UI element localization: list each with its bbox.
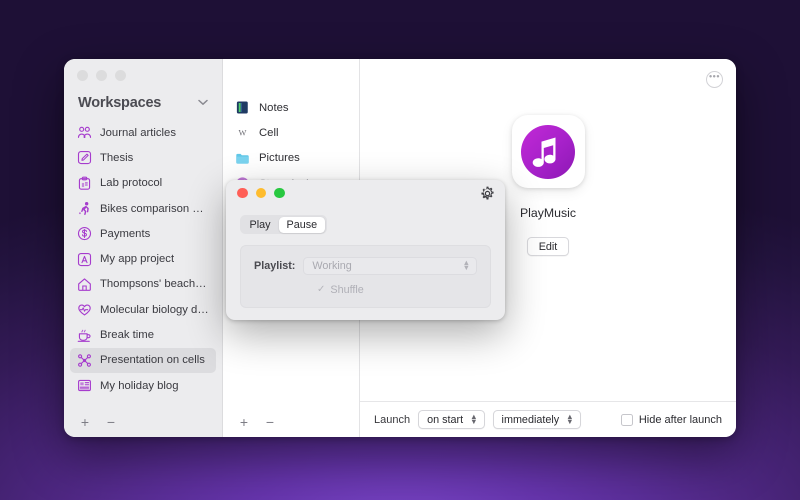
sidebar-footer: + −: [64, 407, 222, 437]
clipboard-icon: [78, 176, 91, 190]
book-icon: [236, 101, 248, 114]
sidebar-item-journal-articles[interactable]: Journal articles: [70, 120, 216, 145]
sidebar-item-presentation-on-cells[interactable]: Presentation on cells: [70, 347, 216, 373]
shuffle-label: Shuffle: [330, 284, 364, 296]
playlist-select[interactable]: Working ▲ ▼: [303, 257, 477, 275]
coffee-icon: [77, 329, 91, 342]
sidebar-item-bikes-comparison-vid[interactable]: Bikes comparison vid...: [70, 196, 216, 221]
svg-text:W: W: [239, 128, 247, 138]
sidebar-item-label: Thesis: [100, 151, 134, 164]
ellipsis-icon[interactable]: •••: [706, 71, 723, 88]
hide-after-launch-row[interactable]: Hide after launch: [620, 413, 722, 426]
launch-when-value: on start: [427, 413, 464, 426]
sidebar: Workspaces Journal articles Thesis Lab pro…: [64, 59, 223, 437]
sidebar-item-payments[interactable]: Payments: [70, 221, 216, 246]
heart-pulse-icon: [78, 304, 91, 316]
shuffle-row[interactable]: ✓ Shuffle: [254, 284, 477, 296]
launch-delay-value: immediately: [501, 413, 560, 426]
folder-icon: [236, 153, 249, 164]
hide-after-launch-label: Hide after launch: [638, 413, 722, 426]
ellipsis-glyph: •••: [709, 71, 720, 82]
word-w-icon: W: [239, 128, 247, 138]
launch-delay-select[interactable]: immediately ▲ ▼: [492, 410, 581, 429]
launch-label: Launch: [374, 413, 411, 426]
list-item-pictures[interactable]: Pictures: [223, 146, 359, 171]
running-icon: [78, 202, 89, 216]
music-note-icon: [521, 124, 575, 179]
sidebar-item-label: Journal articles: [100, 126, 176, 139]
workspaces-header[interactable]: Workspaces: [64, 89, 222, 120]
chevron-down-icon[interactable]: [198, 99, 210, 108]
remove-workspace-button[interactable]: −: [100, 412, 122, 432]
pencil-square-icon: [77, 151, 92, 165]
pause-segment-button[interactable]: Pause: [278, 216, 326, 233]
gear-icon[interactable]: [480, 186, 495, 201]
molecule-icon: [78, 354, 91, 367]
play-pause-segmented-control[interactable]: Play Pause: [240, 215, 327, 234]
list-item-notes[interactable]: Notes: [223, 95, 359, 120]
sidebar-item-label: Molecular biology dis...: [100, 303, 209, 316]
modal-titlebar: [226, 180, 505, 206]
playlist-label: Playlist:: [254, 260, 296, 272]
app-icon-tile[interactable]: [511, 115, 585, 188]
chevron-updown-icon: ▲ ▼: [566, 411, 574, 426]
list-item-label: Cell: [259, 126, 279, 139]
add-workspace-button[interactable]: +: [74, 412, 96, 432]
add-item-button[interactable]: +: [233, 412, 255, 432]
edit-button[interactable]: Edit: [526, 237, 570, 256]
sidebar-item-label: Payments: [100, 227, 151, 240]
list-item-cell[interactable]: W Cell: [223, 120, 359, 145]
launch-bar: Launch on start ▲ ▼ immediately ▲ ▼ Hide a…: [360, 401, 736, 437]
newspaper-icon: [78, 379, 91, 392]
maximize-button[interactable]: [115, 70, 126, 81]
workspaces-list: Journal articles Thesis Lab protocol Bikes …: [64, 120, 222, 407]
playmusic-settings-modal: Play Pause Playlist: Working ▲ ▼ ✓ Shuffle: [226, 180, 505, 320]
launch-when-select[interactable]: on start ▲ ▼: [418, 410, 485, 429]
remove-item-button[interactable]: −: [259, 412, 281, 432]
desktop-background: Workspaces Journal articles Thesis Lab pro…: [0, 0, 800, 500]
playlist-row: Playlist: Working ▲ ▼: [254, 257, 477, 275]
sidebar-item-thompsons-beach-h[interactable]: Thompsons' beach h...: [70, 272, 216, 297]
chevron-updown-icon: ▲ ▼: [462, 258, 470, 272]
sidebar-item-label: Thompsons' beach h...: [100, 278, 209, 291]
list-item-label: Pictures: [259, 152, 300, 165]
page-title: Workspaces: [78, 95, 162, 111]
house-icon: [78, 278, 91, 291]
playlist-value: Working: [312, 260, 352, 272]
sidebar-item-thesis[interactable]: Thesis: [70, 145, 216, 170]
app-name: PlayMusic: [519, 206, 577, 220]
sidebar-item-break-time[interactable]: Break time: [70, 322, 216, 347]
close-button[interactable]: [77, 70, 88, 81]
people-icon: [77, 126, 92, 139]
play-segment-button[interactable]: Play: [242, 217, 279, 233]
sidebar-item-label: My holiday blog: [100, 379, 179, 392]
sidebar-item-label: Lab protocol: [100, 177, 163, 190]
hide-after-launch-checkbox[interactable]: [620, 413, 633, 426]
modal-minimize-button[interactable]: [255, 187, 266, 199]
shuffle-checkbox[interactable]: ✓: [317, 285, 325, 295]
minimize-button[interactable]: [96, 70, 107, 81]
playlist-settings-box: Playlist: Working ▲ ▼ ✓ Shuffle: [240, 245, 491, 308]
modal-maximize-button[interactable]: [274, 187, 285, 199]
sidebar-item-my-app-project[interactable]: My app project: [70, 246, 216, 271]
sidebar-item-label: My app project: [100, 253, 175, 266]
sidebar-item-molecular-biology-dis[interactable]: Molecular biology dis...: [70, 297, 216, 322]
list-item-label: Notes: [259, 101, 289, 114]
dollar-circle-icon: [77, 227, 92, 241]
modal-close-button[interactable]: [237, 187, 248, 199]
window-traffic-lights: [64, 59, 222, 89]
sidebar-item-label: Presentation on cells: [100, 354, 205, 367]
sidebar-item-label: Bikes comparison vid...: [100, 202, 209, 215]
sidebar-item-my-holiday-blog[interactable]: My holiday blog: [70, 373, 216, 398]
items-footer: + −: [223, 407, 359, 437]
sidebar-item-label: Break time: [100, 329, 154, 342]
a-square-icon: [77, 252, 92, 266]
chevron-updown-icon: ▲ ▼: [470, 411, 478, 426]
sidebar-item-lab-protocol[interactable]: Lab protocol: [70, 171, 216, 196]
